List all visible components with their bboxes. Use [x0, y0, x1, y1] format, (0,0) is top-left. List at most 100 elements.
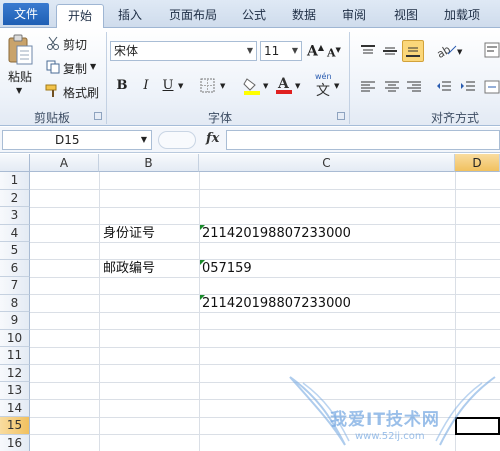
tab-file[interactable]: 文件	[3, 3, 49, 25]
name-box-value: D15	[55, 133, 80, 147]
font-size-value: 11	[264, 44, 280, 58]
row-header[interactable]: 1	[0, 172, 30, 190]
chevron-down-icon: ▼	[246, 46, 253, 55]
insert-function-icon[interactable]: fx	[206, 131, 219, 146]
bottom-align-icon[interactable]	[402, 40, 424, 62]
ribbon-tab-bar: 文件 开始 插入 页面布局 公式 数据 审阅 视图 加载项	[0, 0, 500, 29]
svg-text:A: A	[277, 76, 290, 92]
paste-dropdown-icon[interactable]: ▼	[16, 86, 22, 95]
formula-bar-splitter[interactable]	[158, 131, 196, 149]
formula-bar: D15 ▼ fx	[0, 127, 500, 153]
scissors-icon[interactable]	[46, 36, 60, 53]
gridline	[30, 399, 500, 400]
row-header[interactable]: 9	[0, 312, 30, 330]
phonetic-wen-char: 文	[316, 83, 330, 99]
format-painter-icon[interactable]	[45, 84, 61, 101]
alignment-group-label: 对齐方式	[430, 111, 479, 125]
gridline	[30, 364, 500, 365]
align-left-icon[interactable]	[360, 80, 376, 97]
row-header[interactable]: 4	[0, 224, 30, 242]
format-painter-button[interactable]: 格式刷	[63, 84, 99, 101]
cut-button[interactable]: 剪切	[63, 36, 87, 53]
tab-addins[interactable]: 加载项	[436, 4, 488, 28]
merge-center-icon[interactable]	[484, 80, 500, 97]
italic-button[interactable]: I	[136, 76, 156, 96]
svg-text:ab: ab	[436, 43, 453, 58]
gridline	[30, 329, 500, 330]
decrease-indent-icon[interactable]	[436, 80, 452, 97]
column-header-c[interactable]: C	[199, 154, 455, 172]
column-header-b[interactable]: B	[99, 154, 199, 172]
font-color-dropdown-icon[interactable]: ▼	[295, 82, 300, 90]
cell-c8[interactable]: 211420198807233000	[202, 295, 351, 312]
fill-color-dropdown-icon[interactable]: ▼	[263, 82, 268, 90]
chevron-down-icon: ▼	[291, 46, 298, 55]
shrink-font-icon[interactable]: A▼	[327, 45, 341, 60]
align-center-icon[interactable]	[384, 80, 400, 97]
cell-b6[interactable]: 邮政编号	[103, 260, 155, 277]
row-header[interactable]: 16	[0, 434, 30, 451]
copy-icon[interactable]	[46, 60, 60, 77]
align-right-icon[interactable]	[406, 80, 422, 97]
tab-review[interactable]: 审阅	[336, 4, 372, 28]
row-header[interactable]: 6	[0, 259, 30, 277]
group-separator	[106, 32, 107, 124]
border-dropdown-icon[interactable]: ▼	[220, 82, 225, 90]
row-header[interactable]: 14	[0, 399, 30, 417]
top-align-icon[interactable]	[360, 44, 376, 61]
cell-c6[interactable]: 057159	[202, 260, 252, 277]
tab-page-layout[interactable]: 页面布局	[160, 4, 226, 28]
middle-align-icon[interactable]	[382, 44, 398, 61]
name-box[interactable]: D15 ▼	[2, 130, 152, 150]
gridline	[30, 276, 500, 278]
row-header[interactable]: 10	[0, 329, 30, 347]
border-icon[interactable]	[200, 78, 216, 97]
clipboard-dialog-launcher[interactable]	[94, 112, 102, 120]
wrap-text-icon[interactable]	[484, 42, 500, 61]
underline-dropdown-icon[interactable]: ▼	[178, 82, 183, 90]
row-header[interactable]: 8	[0, 294, 30, 312]
row-header-selected[interactable]: 15	[0, 417, 30, 435]
tab-data[interactable]: 数据	[286, 4, 322, 28]
row-header[interactable]: 11	[0, 347, 30, 365]
group-separator	[349, 32, 350, 124]
underline-button[interactable]: U	[158, 76, 178, 96]
orientation-dropdown-icon[interactable]: ▼	[457, 48, 462, 56]
row-header[interactable]: 7	[0, 277, 30, 295]
font-color-icon[interactable]: A	[275, 74, 293, 99]
copy-button[interactable]: 复制	[63, 60, 87, 77]
tab-home[interactable]: 开始	[56, 4, 104, 29]
row-header[interactable]: 13	[0, 382, 30, 400]
column-header-a[interactable]: A	[30, 154, 99, 172]
row-header[interactable]: 12	[0, 364, 30, 382]
orientation-icon[interactable]: ab	[435, 42, 458, 61]
row-header[interactable]: 3	[0, 207, 30, 225]
tab-insert[interactable]: 插入	[112, 4, 148, 28]
gridline	[30, 206, 500, 208]
phonetic-dropdown-icon[interactable]: ▼	[334, 82, 339, 90]
fill-color-icon[interactable]	[243, 76, 261, 99]
font-name-combo[interactable]: 宋体 ▼	[110, 41, 257, 61]
increase-indent-icon[interactable]	[460, 80, 476, 97]
select-all-corner[interactable]	[0, 154, 30, 172]
formula-input[interactable]	[226, 130, 500, 150]
column-header-d[interactable]: D	[455, 154, 500, 172]
paste-icon[interactable]	[6, 34, 34, 66]
font-name-value: 宋体	[114, 44, 139, 58]
active-cell-d15[interactable]	[455, 417, 500, 435]
font-size-combo[interactable]: 11 ▼	[260, 41, 302, 61]
watermark-text: 我爱IT技术网	[330, 410, 440, 430]
row-header[interactable]: 5	[0, 242, 30, 260]
row-header[interactable]: 2	[0, 189, 30, 207]
tab-formulas[interactable]: 公式	[236, 4, 272, 28]
bold-button[interactable]: B	[112, 76, 132, 96]
grow-font-icon[interactable]: A▲	[307, 42, 324, 60]
tab-view[interactable]: 视图	[388, 4, 424, 28]
cell-b4[interactable]: 身份证号	[103, 225, 155, 242]
paste-button-label[interactable]: 粘贴	[8, 68, 32, 85]
copy-dropdown-icon[interactable]: ▼	[90, 62, 96, 71]
font-dialog-launcher[interactable]	[337, 112, 345, 120]
ribbon: 粘贴 ▼ 剪切 复制 ▼ 格式刷 剪贴板 宋体 ▼ 11 ▼ A▲ A▼ B I…	[0, 28, 500, 126]
gridline	[30, 189, 500, 190]
cell-c4[interactable]: 211420198807233000	[202, 225, 351, 242]
